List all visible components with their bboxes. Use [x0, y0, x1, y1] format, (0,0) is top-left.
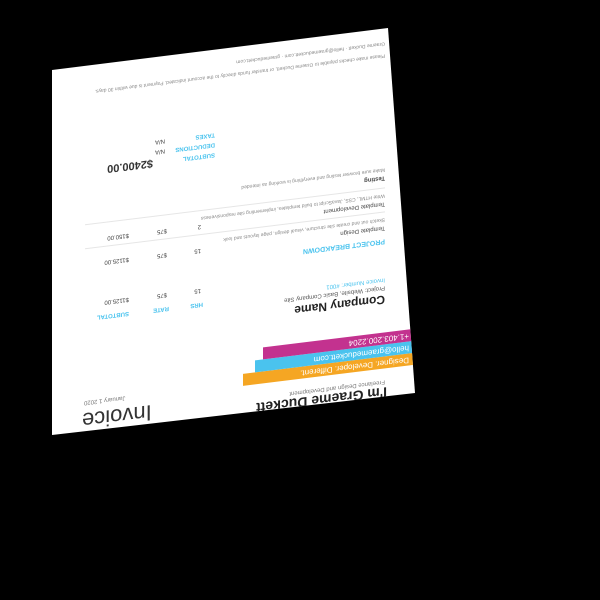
col-hrs: HRS [190, 300, 203, 309]
line-item-name: Testing [364, 174, 385, 183]
summary-subtotal: $1125.00 [104, 295, 129, 305]
section-title: PROJECT BREAKDOWN [302, 237, 385, 255]
line-item-rate: $75 [156, 251, 167, 259]
line-item-rate: $75 [156, 227, 167, 235]
summary-rate: $75 [156, 291, 167, 299]
invoice-content: I'm Graeme Duckett Freelance Design and … [52, 28, 415, 435]
line-item-subtotal: $1125.00 [104, 255, 129, 265]
line-item-subtotal: $150.00 [107, 231, 129, 241]
summary-hrs: 15 [194, 286, 201, 294]
col-subtotal: SUBTOTAL [96, 309, 129, 320]
deductions-label: DEDUCTIONS [175, 141, 215, 153]
line-item-hrs: 15 [194, 246, 201, 254]
taxes-value: N/A [154, 137, 165, 145]
total-amount: $2400.00 [107, 156, 153, 175]
invoice-sheet: I'm Graeme Duckett Freelance Design and … [52, 28, 415, 435]
subtotal-label: SUBTOTAL [182, 151, 215, 162]
col-rate: RATE [153, 304, 169, 313]
taxes-label: TAXES [195, 131, 215, 140]
deductions-value: N/A [154, 147, 165, 155]
line-item-hrs: 2 [197, 222, 201, 230]
